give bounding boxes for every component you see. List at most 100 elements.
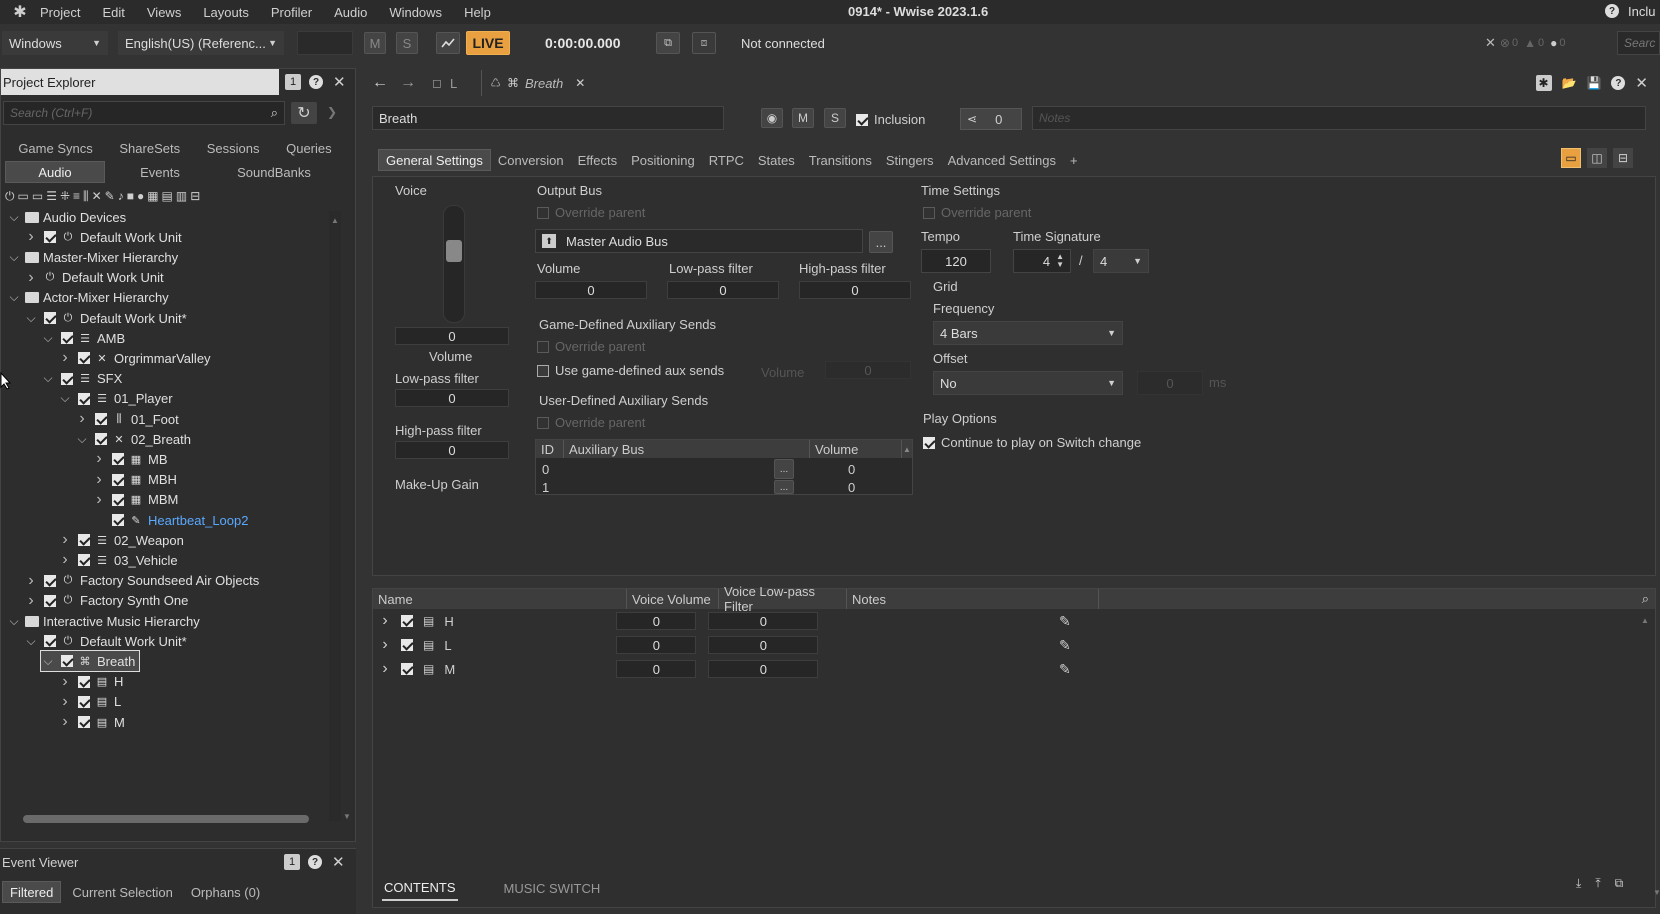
game-aux-override-checkbox[interactable]: Override parent — [537, 339, 645, 354]
tree-item[interactable]: ✎ Heartbeat_Loop2 — [92, 510, 248, 530]
tree-hscrollbar[interactable] — [7, 813, 325, 825]
chevron-down-icon[interactable]: ⌵ — [58, 391, 72, 406]
platform-select[interactable]: Windows ▼ — [2, 31, 108, 55]
menu-audio[interactable]: Audio — [334, 5, 367, 20]
tab-rtpc[interactable]: RTPC — [702, 149, 751, 171]
include-checkbox[interactable] — [95, 413, 107, 425]
tree-item[interactable]: ⌵ ⌘ Breath — [39, 650, 141, 673]
error-icon[interactable]: ⊗ — [1500, 36, 1510, 50]
menu-profiler[interactable]: Profiler — [271, 5, 312, 20]
chevron-down-icon[interactable]: ⌵ — [7, 210, 21, 225]
tempo-input[interactable]: 120 — [921, 249, 991, 273]
include-checkbox[interactable] — [78, 352, 90, 365]
sound-icon[interactable]: ✎ — [105, 189, 115, 203]
download-icon[interactable]: ⤓ — [1576, 876, 1581, 891]
chevron-right-icon[interactable]: › — [58, 673, 72, 691]
tree-item[interactable]: ⌵ ☰ SFX — [41, 369, 122, 389]
chevron-right-icon[interactable]: › — [92, 471, 106, 489]
contents-row[interactable]: › ▤ H 0 0 ✎ — [373, 609, 1655, 633]
tree-item[interactable]: › ▤ H — [58, 672, 123, 692]
object-name-field[interactable]: Breath — [372, 106, 724, 130]
tab-current-selection[interactable]: Current Selection — [65, 881, 179, 903]
game-aux-volume-value[interactable]: 0 — [825, 361, 911, 379]
tree-item[interactable]: › ⏻ Default Work Unit — [24, 268, 163, 288]
chevron-right-icon[interactable]: › — [58, 349, 72, 367]
back-arrow-icon[interactable]: ← — [372, 74, 388, 92]
warning-icon[interactable]: ▲ — [1524, 36, 1536, 50]
chevron-right-icon[interactable]: › — [58, 531, 72, 549]
menu-edit[interactable]: Edit — [102, 5, 124, 20]
list-icon[interactable]: ▥ — [176, 189, 187, 203]
include-checkbox[interactable] — [78, 716, 90, 728]
sequence-container-icon[interactable]: ≡ — [73, 189, 80, 203]
voice-lpf-cell[interactable]: 0 — [708, 636, 819, 654]
chevron-right-icon[interactable]: › — [375, 660, 395, 678]
folder-open-icon[interactable]: ▭ — [32, 189, 43, 203]
tab-events[interactable]: Events — [105, 161, 215, 183]
fader-thumb[interactable] — [446, 240, 462, 262]
tree-item[interactable]: › ⏻ Factory Soundseed Air Objects — [24, 571, 259, 591]
chevron-right-icon[interactable]: › — [75, 410, 89, 428]
tree-item[interactable]: › ⏻ Default Work Unit — [24, 227, 181, 247]
tree-item[interactable]: › ☰ 03_Vehicle — [58, 550, 177, 570]
solo-button[interactable]: S — [824, 108, 846, 128]
output-volume-value[interactable]: 0 — [535, 281, 647, 299]
chevron-right-icon[interactable]: › — [24, 572, 38, 590]
contents-row[interactable]: › ▤ L 0 0 ✎ — [373, 633, 1655, 657]
scroll-down-icon[interactable]: ▼ — [1651, 888, 1660, 897]
upload-icon[interactable]: ⤒ — [1595, 876, 1600, 891]
chevron-right-icon[interactable]: › — [92, 450, 106, 468]
tab-orphans[interactable]: Orphans (0) — [184, 881, 267, 903]
close-icon[interactable]: ✕ — [333, 73, 346, 91]
save-icon[interactable]: 💾 — [1586, 76, 1601, 90]
include-checkbox[interactable] — [401, 639, 413, 651]
col-notes[interactable]: Notes — [847, 589, 1099, 609]
tab-conversion[interactable]: Conversion — [491, 149, 571, 171]
mute-button[interactable]: M — [792, 108, 814, 128]
voice-volume-cell[interactable]: 0 — [616, 612, 697, 630]
include-checkbox[interactable] — [78, 675, 90, 688]
tab-filtered[interactable]: Filtered — [2, 881, 62, 903]
project-search-input[interactable]: Search (Ctrl+F) ⌕ — [3, 101, 285, 125]
chevron-down-icon[interactable]: ⌵ — [24, 311, 38, 326]
tab-states[interactable]: States — [751, 149, 802, 171]
voice-volume-cell[interactable]: 0 — [616, 660, 697, 678]
help-icon[interactable]: ? — [1605, 4, 1619, 18]
tree-item[interactable]: ⌵ ✕ 02_Breath — [75, 429, 191, 449]
tab-general-settings[interactable]: General Settings — [378, 149, 491, 171]
scroll-up-icon[interactable]: ▲ — [1639, 616, 1651, 625]
folder-icon[interactable]: ▭ — [18, 189, 29, 203]
tree-item[interactable]: › ▦ MB — [92, 449, 167, 469]
col-voice-volume[interactable]: Voice Volume — [627, 589, 719, 609]
edit-notes-pencil-icon[interactable]: ✎ — [1059, 637, 1071, 654]
chevron-right-icon[interactable]: › — [58, 693, 72, 711]
chevron-right-icon[interactable]: › — [58, 713, 72, 731]
help-icon[interactable]: ? — [309, 75, 323, 89]
include-checkbox[interactable] — [401, 663, 413, 675]
tree-item[interactable]: ⌵ ⏻ Default Work Unit* — [24, 308, 186, 328]
chevron-right-icon[interactable]: › — [375, 612, 395, 630]
remote-connect-icon[interactable]: ⧉ — [656, 32, 680, 54]
tab-stingers[interactable]: Stingers — [879, 149, 941, 171]
chevron-right-icon[interactable]: › — [24, 269, 38, 287]
scroll-up-icon[interactable]: ▲ — [329, 216, 341, 225]
voice-hpf-value[interactable]: 0 — [395, 441, 509, 459]
tab-advanced-settings[interactable]: Advanced Settings — [941, 149, 1063, 171]
edit-notes-pencil-icon[interactable]: ✎ — [1059, 613, 1071, 630]
voice-volume-fader[interactable] — [443, 205, 465, 323]
refresh-icon[interactable]: ↻ — [291, 102, 317, 124]
tree-item[interactable]: ⌵ ☰ 01_Player — [58, 389, 172, 409]
table-icon[interactable]: ▤ — [162, 189, 173, 203]
scroll-down-icon[interactable]: ▼ — [341, 812, 353, 821]
tree-item[interactable]: › ▤ M — [58, 712, 125, 732]
close-icon[interactable]: ✕ — [1635, 74, 1648, 92]
tab-add[interactable]: + — [1063, 149, 1085, 171]
output-override-checkbox[interactable]: Override parent — [537, 205, 645, 220]
mute-all-button[interactable]: M — [364, 32, 386, 54]
stop-icon[interactable]: ■ — [127, 189, 134, 203]
voice-volume-cell[interactable]: 0 — [616, 636, 697, 654]
chevron-right-icon[interactable]: › — [92, 491, 106, 509]
voice-volume-value[interactable]: 0 — [395, 327, 509, 345]
user-aux-override-checkbox[interactable]: Override parent — [537, 415, 645, 430]
chevron-down-icon[interactable]: ⌵ — [7, 250, 21, 265]
